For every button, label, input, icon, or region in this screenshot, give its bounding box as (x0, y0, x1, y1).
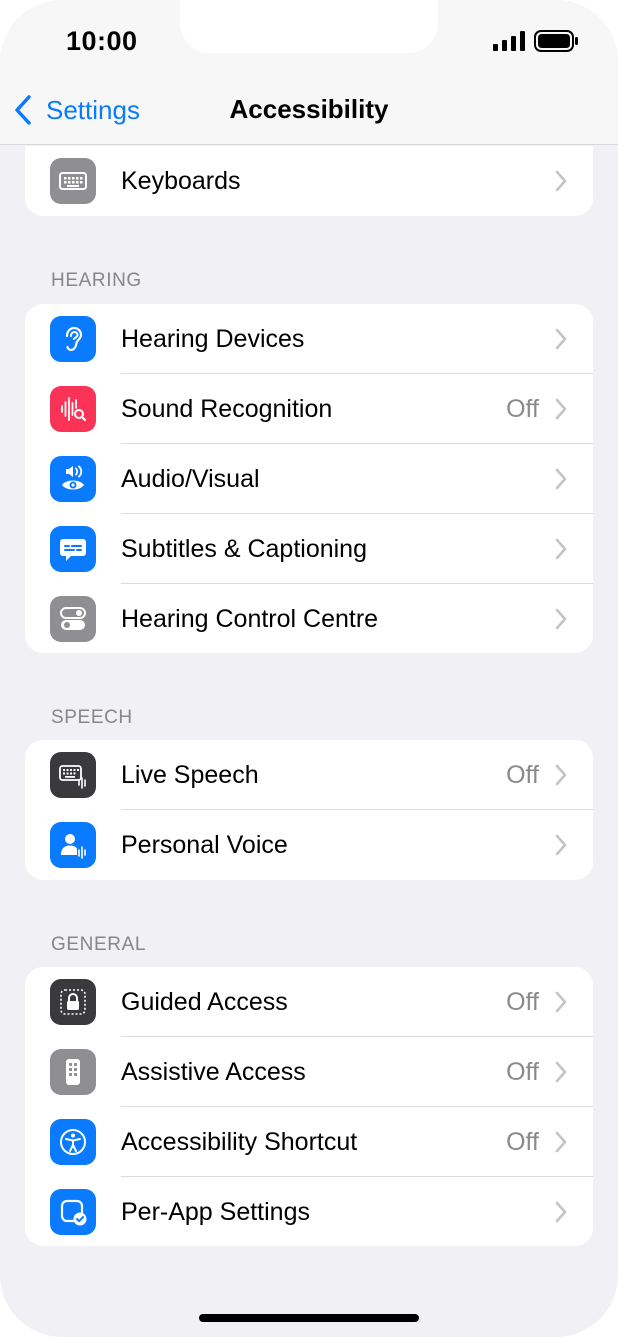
home-indicator[interactable] (199, 1314, 419, 1322)
general-group: Guided Access Off Assistive Access Off A… (25, 967, 593, 1246)
chevron-right-icon (555, 468, 567, 490)
row-label: Personal Voice (121, 831, 288, 859)
ear-icon (50, 316, 96, 362)
hearing-group: Hearing Devices Sound Recognition Off Au… (25, 304, 593, 653)
row-label: Keyboards (121, 167, 241, 195)
row-keyboards[interactable]: Keyboards (25, 146, 593, 216)
row-personal-voice[interactable]: Personal Voice (25, 810, 593, 880)
row-label: Guided Access (121, 988, 288, 1016)
row-label: Assistive Access (121, 1058, 306, 1086)
row-label: Hearing Control Centre (121, 605, 379, 633)
page-title: Accessibility (229, 94, 389, 124)
chevron-right-icon (555, 1201, 567, 1223)
chevron-right-icon (555, 170, 567, 192)
chevron-right-icon (555, 398, 567, 420)
battery-icon (534, 30, 578, 52)
row-value: Off (506, 1058, 539, 1086)
subtitles-icon (50, 526, 96, 572)
section-header-speech: SPEECH (51, 707, 133, 728)
row-label: Per-App Settings (121, 1198, 310, 1226)
chevron-right-icon (555, 538, 567, 560)
per-app-icon (50, 1189, 96, 1235)
chevron-right-icon (555, 608, 567, 630)
row-value: Off (506, 395, 539, 423)
assistive-access-icon (50, 1049, 96, 1095)
row-sound-recognition[interactable]: Sound Recognition Off (25, 374, 593, 444)
personal-voice-icon (50, 822, 96, 868)
section-header-hearing: HEARING (51, 270, 142, 291)
chevron-right-icon (555, 1131, 567, 1153)
row-label: Accessibility Shortcut (121, 1128, 358, 1156)
row-value: Off (506, 988, 539, 1016)
row-label: Hearing Devices (121, 325, 305, 353)
speech-group: Live Speech Off Personal Voice (25, 740, 593, 880)
notch (180, 0, 438, 53)
row-guided-access[interactable]: Guided Access Off (25, 967, 593, 1037)
live-speech-icon (50, 752, 96, 798)
row-accessibility-shortcut[interactable]: Accessibility Shortcut Off (25, 1107, 593, 1177)
section-header-general: GENERAL (51, 934, 147, 955)
accessibility-icon (50, 1119, 96, 1165)
row-hearing-devices[interactable]: Hearing Devices (25, 304, 593, 374)
sound-recognition-icon (50, 386, 96, 432)
chevron-right-icon (555, 1061, 567, 1083)
top-settings-group: Keyboards (25, 146, 593, 216)
row-value: Off (506, 761, 539, 789)
row-label: Sound Recognition (121, 395, 333, 423)
row-live-speech[interactable]: Live Speech Off (25, 740, 593, 810)
status-time: 10:00 (66, 26, 138, 56)
cellular-signal-icon (493, 31, 525, 51)
row-label: Subtitles & Captioning (121, 535, 367, 563)
chevron-right-icon (555, 328, 567, 350)
row-audio-visual[interactable]: Audio/Visual (25, 444, 593, 514)
row-per-app-settings[interactable]: Per-App Settings (25, 1177, 593, 1246)
chevron-right-icon (555, 834, 567, 856)
chevron-right-icon (555, 764, 567, 786)
row-label: Live Speech (121, 761, 259, 789)
keyboard-icon (50, 158, 96, 204)
row-subtitles-captioning[interactable]: Subtitles & Captioning (25, 514, 593, 584)
row-value: Off (506, 1128, 539, 1156)
toggles-icon (50, 596, 96, 642)
audio-visual-icon (50, 456, 96, 502)
row-label: Audio/Visual (121, 465, 260, 493)
row-assistive-access[interactable]: Assistive Access Off (25, 1037, 593, 1107)
lock-icon (50, 979, 96, 1025)
chevron-right-icon (555, 991, 567, 1013)
phone-screen: 10:00 Settings Accessibility Keyboards H… (0, 0, 618, 1337)
row-hearing-control-centre[interactable]: Hearing Control Centre (25, 584, 593, 653)
